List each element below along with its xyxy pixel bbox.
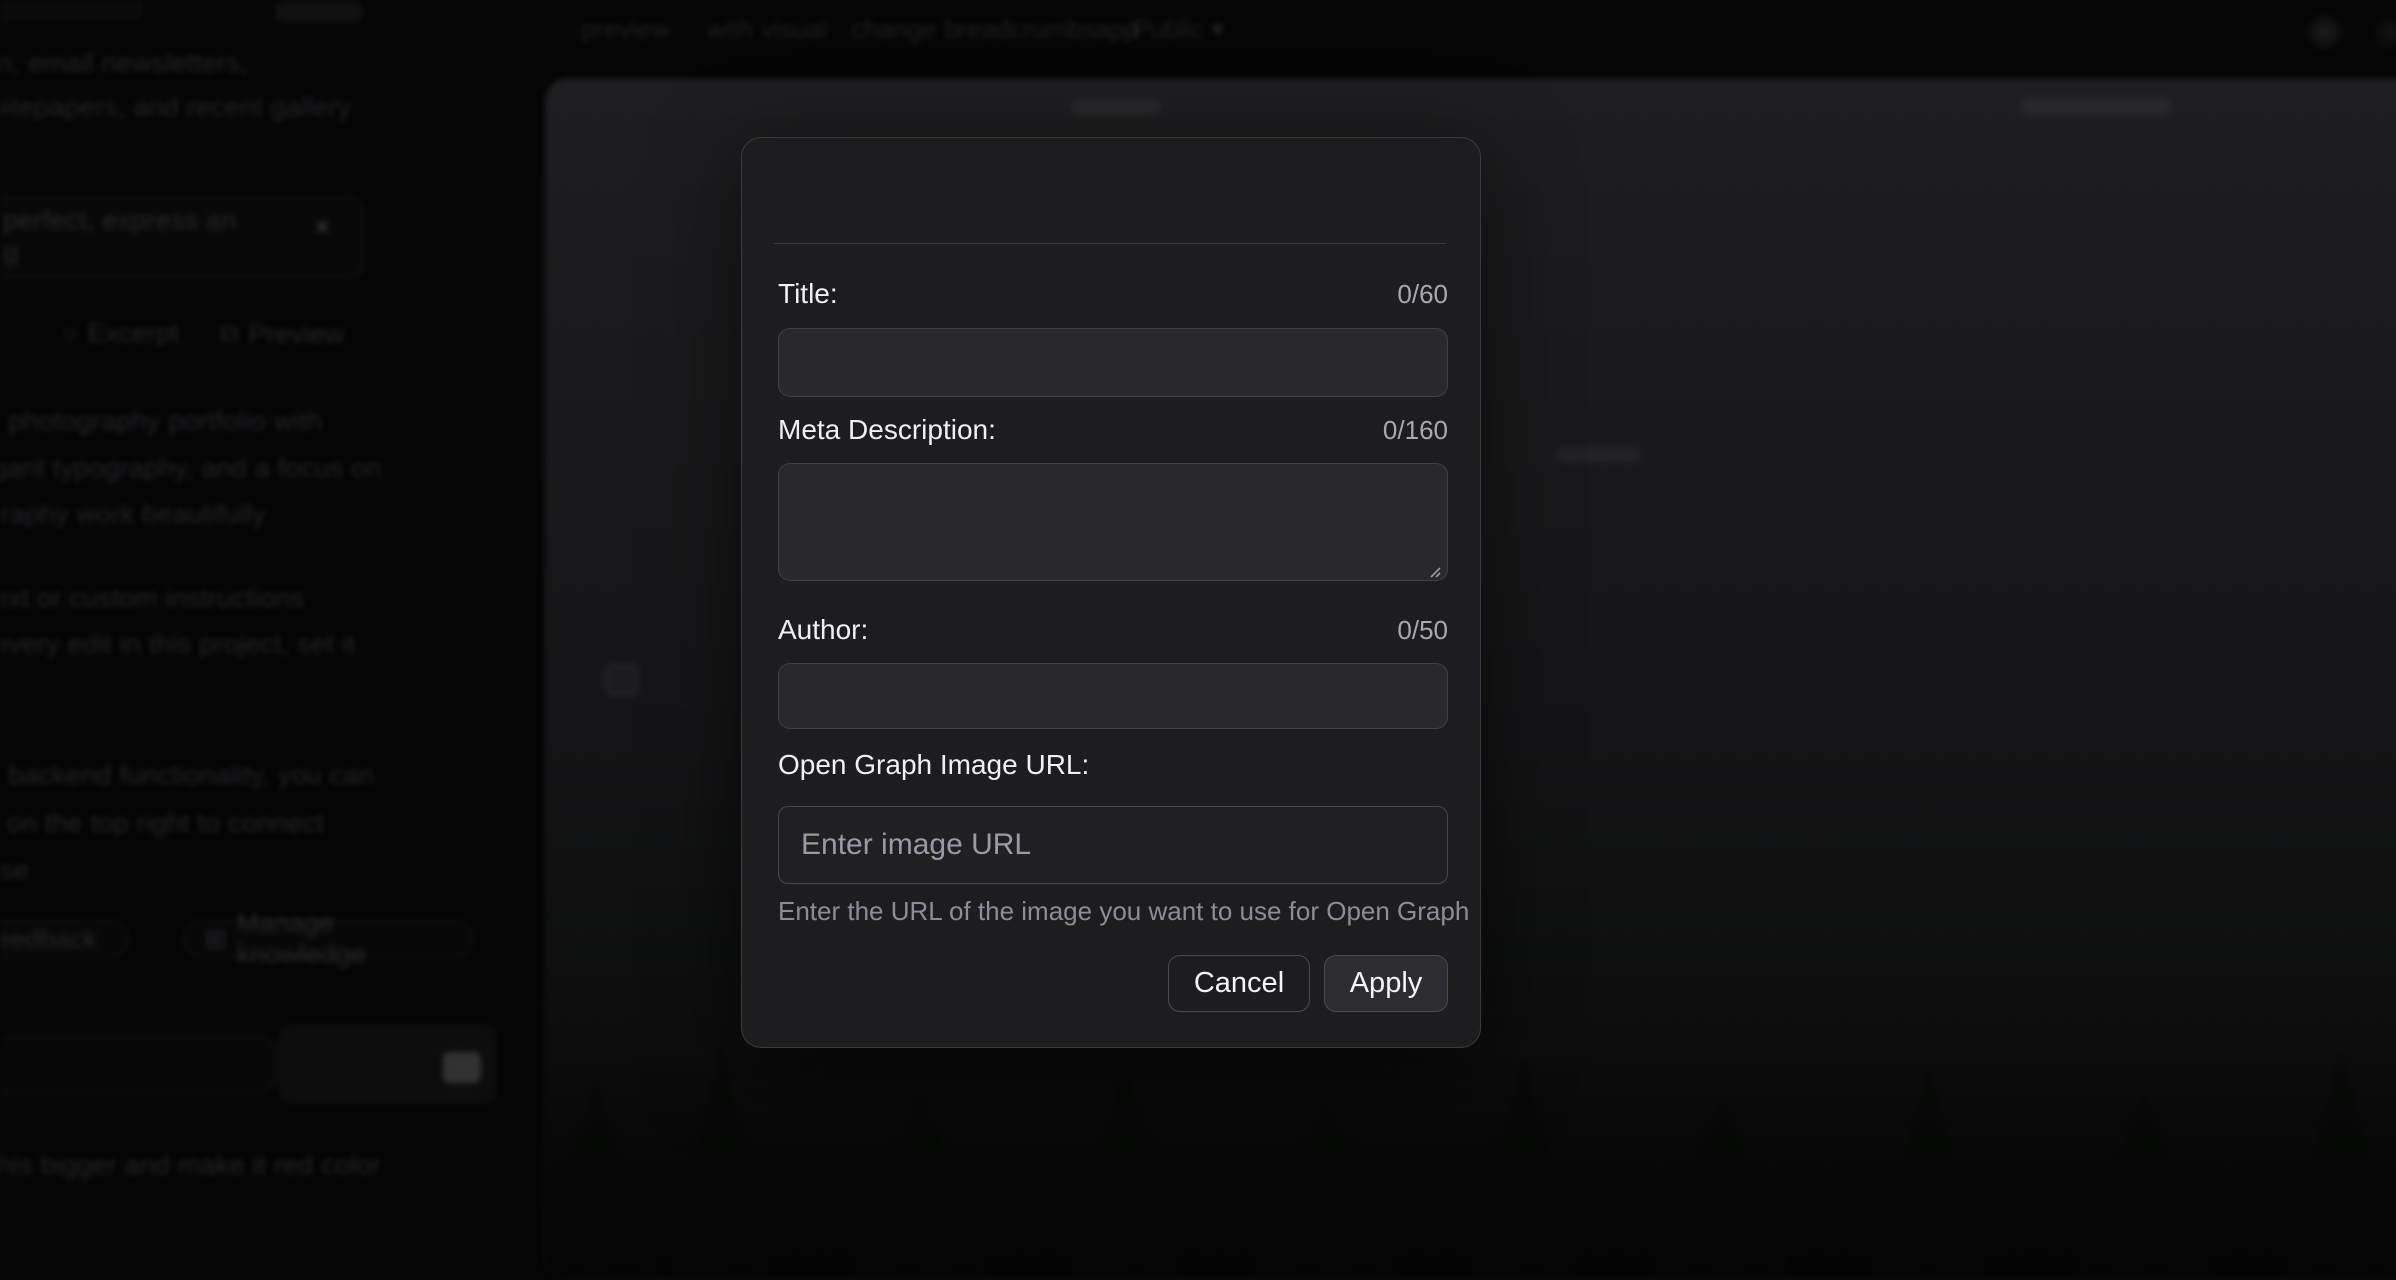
- floating-tool-icon: [606, 664, 638, 696]
- tree-silhouette: [1866, 1064, 1991, 1279]
- send-icon: [443, 1052, 481, 1083]
- tree-silhouette: [545, 1079, 666, 1279]
- resize-handle-icon[interactable]: [1424, 561, 1442, 579]
- meta-label-row: Meta Description: 0/160: [778, 414, 1448, 446]
- button-label: eedback: [0, 924, 97, 955]
- topbar-item: with: [707, 14, 753, 45]
- feedback-button: eedback: [0, 920, 129, 958]
- author-label-row: Author: 0/50: [778, 614, 1448, 646]
- chat-sidebar: s in, email newsletters, whitepapers, an…: [0, 0, 545, 1204]
- topbar-item: breadcrumbs: [944, 14, 1096, 45]
- button-label: Manage knowledge: [237, 908, 453, 970]
- menu-icon: [2372, 15, 2396, 51]
- chat-message-line: eb backend functionality, you can: [0, 760, 374, 791]
- chat-message-line: base: [0, 855, 29, 886]
- tab-label: Excerpt: [87, 318, 179, 349]
- divider: [774, 243, 1446, 244]
- suggestion-text: perfect, express an: [3, 205, 236, 236]
- og-image-url-input[interactable]: [778, 806, 1448, 884]
- og-label-row: Open Graph Image URL:: [778, 749, 1448, 781]
- chat-prompt-line: this bigger and make it red color: [0, 1150, 381, 1181]
- title-label: Title:: [778, 278, 838, 310]
- meta-description-counter: 0/160: [1383, 415, 1448, 446]
- chat-message-line: ns on the top right to connect: [0, 808, 324, 839]
- suggestion-card: perfect, express an g ×: [0, 196, 364, 278]
- og-helper-text: Enter the URL of the image you want to u…: [778, 896, 1469, 927]
- tree-silhouette: [1466, 1054, 1581, 1279]
- avatar: [2306, 13, 2344, 51]
- chat-message-line: ng photography portfolio with: [0, 406, 323, 437]
- tab-excerpt: ○ Excerpt: [62, 318, 179, 349]
- title-counter: 0/60: [1397, 279, 1448, 310]
- author-label: Author:: [778, 614, 868, 646]
- sidebar-header-smudge: [275, 2, 363, 22]
- modal-button-row: Cancel Apply: [1168, 955, 1448, 1012]
- tree-silhouette: [2276, 1049, 2396, 1279]
- chat-input: [0, 1036, 276, 1094]
- apply-button[interactable]: Apply: [1324, 955, 1448, 1012]
- divider: [0, 1005, 545, 1006]
- cancel-button[interactable]: Cancel: [1168, 955, 1310, 1012]
- tree-silhouette: [666, 1039, 776, 1279]
- tree-silhouette: [1246, 1099, 1406, 1279]
- settings-modal: Settings Title: 0/60 Meta Description: 0…: [741, 137, 1481, 1048]
- preview-content-smudge: [1556, 447, 1641, 463]
- chat-message-line: o every edit in this project, set it: [0, 629, 355, 660]
- author-counter: 0/50: [1397, 615, 1448, 646]
- title-input[interactable]: [778, 328, 1448, 397]
- author-input[interactable]: [778, 663, 1448, 729]
- tree-silhouette: [2066, 1089, 2221, 1279]
- topbar-item: app: [1095, 14, 1138, 45]
- meta-description-textarea[interactable]: [778, 463, 1448, 581]
- chat-message-line: ography work beautifully: [0, 499, 266, 530]
- tab-preview: ⧉ Preview: [220, 318, 344, 350]
- circle-icon: ○: [62, 318, 78, 349]
- og-image-url-label: Open Graph Image URL:: [778, 749, 1089, 781]
- topbar-item: visual: [761, 14, 827, 45]
- chat-message-line: s in, email newsletters,: [0, 48, 248, 79]
- suggestion-text: g: [3, 237, 18, 268]
- close-icon: ×: [314, 211, 330, 243]
- tree-silhouette: [1066, 1059, 1186, 1279]
- manage-knowledge-button: ⊞ Manage knowledge: [183, 920, 474, 958]
- preview-content-smudge: [2021, 97, 2171, 115]
- title-label-row: Title: 0/60: [778, 278, 1448, 310]
- sidebar-tab-stub: [0, 0, 142, 20]
- tab-label: Preview: [248, 319, 344, 350]
- preview-content-smudge: [1071, 99, 1161, 115]
- grid-icon: ⊞: [204, 924, 227, 955]
- tree-silhouette: [1646, 1094, 1796, 1279]
- panel-icon: ⧉: [220, 318, 239, 350]
- tree-silhouette: [846, 1089, 996, 1279]
- topbar-item: preview: [581, 14, 671, 45]
- chat-message-line: legant typography, and a focus on: [0, 453, 381, 484]
- meta-description-label: Meta Description:: [778, 414, 996, 446]
- publish-dropdown: Public ▾: [1133, 14, 1224, 45]
- topbar-item: change: [851, 14, 936, 45]
- chat-message-line: ntext or custom instructions: [0, 583, 304, 614]
- chat-message-line: whitepapers, and recent gallery: [0, 92, 351, 123]
